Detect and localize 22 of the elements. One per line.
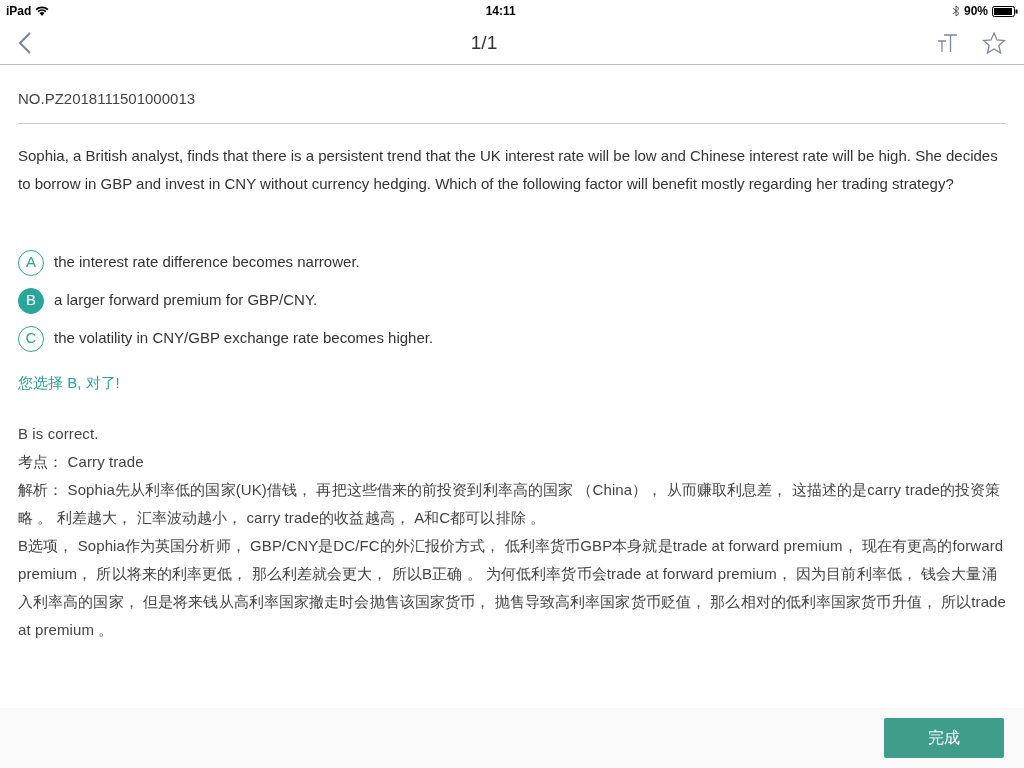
done-button[interactable]: 完成 — [884, 718, 1004, 758]
bluetooth-icon — [951, 5, 960, 17]
explanation-text: B选项， Sophia作为英国分析师， GBP/CNY是DC/FC的外汇报价方式， 低利率货币GBP本身就是trade at forward premium， 现在有更高的forward premium， 所以将来的利率更低， 那么利差就会更大， 所以B正确 。 为何低利率货币会trade at forward premium， 因为目前利率低， 钱会大量涌入利率高的国家， 但是将来钱从高利率国家撤走时会抛售该国家货币， 抛售导致高利率国家货币贬值， 那么相对的低利率国家货币升值， 所以trade at premium 。 — [18, 536, 1006, 640]
option-text[interactable]: the volatility in CNY/GBP exchange rate becomes higher. — [54, 327, 434, 350]
device-name: iPad — [6, 3, 32, 20]
star-icon[interactable] — [982, 32, 1006, 54]
explanation-text: 考点： Carry trade — [18, 452, 145, 472]
question-number: NO.PZ2018111501000013 — [18, 65, 1006, 124]
back-icon[interactable] — [18, 32, 32, 54]
wifi-icon — [35, 6, 50, 16]
option-text[interactable]: a larger forward premium for GBP/CNY. — [54, 289, 318, 312]
font-size-icon[interactable] — [936, 33, 958, 53]
question-text: Sophia, a British analyst, finds that there is a persistent trend that the UK interest rate will be low and Chinese interest rate will be high. She decides to borrow in GBP and invest in CNY without currency hedging. Which of the following factor will benefit mostly regarding her trading strategy? — [18, 145, 999, 194]
page-title: 1/1 — [470, 30, 498, 55]
explanation-text: B is correct. — [18, 424, 100, 444]
battery-percent: 90% — [963, 3, 988, 20]
battery-icon — [992, 5, 1018, 17]
answer-feedback: 您选择 B, 对了! — [18, 372, 121, 393]
explanation-text: 解析： Sophia先从利率低的国家(UK)借钱， 再把这些借来的前投资到利率高的国家 （China）， 从而赚取利息差， 这描述的是carry trade的投资策略 。 利差越大， 汇率波动越小， carry trade的收益越高， A和C都可以排除 。 — [18, 480, 1002, 528]
option-text[interactable]: the interest rate difference becomes narrower. — [54, 251, 360, 274]
option-letter[interactable]: B — [18, 287, 44, 314]
status-time: 14:11 — [485, 3, 516, 20]
